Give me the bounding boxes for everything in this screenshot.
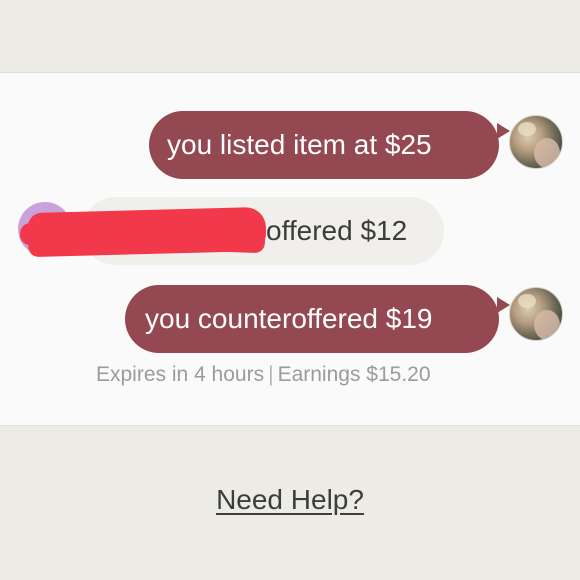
meta-separator: | [268, 363, 274, 386]
expires-text: Expires in 4 hours [96, 363, 265, 386]
seller-avatar-icon[interactable] [509, 115, 563, 169]
need-help-link[interactable]: Need Help? [0, 484, 580, 516]
listed-message-text: you listed item at $25 [167, 129, 432, 160]
offer-history-panel: you listed item at $25 Al offered $12 yo… [0, 72, 580, 426]
listed-message-bubble: you listed item at $25 [149, 111, 510, 179]
seller-avatar-icon[interactable] [509, 287, 563, 341]
footer: Need Help? [0, 426, 580, 580]
counteroffer-message-text: you counteroffered $19 [145, 303, 433, 334]
offer-message-text: offered $12 [266, 215, 408, 246]
top-band [0, 0, 580, 72]
counteroffer-message-bubble: you counteroffered $19 [125, 285, 510, 353]
offer-meta-line: Expires in 4 hours | Earnings $15.20 [0, 363, 580, 387]
earnings-text: Earnings $15.20 [277, 363, 431, 386]
